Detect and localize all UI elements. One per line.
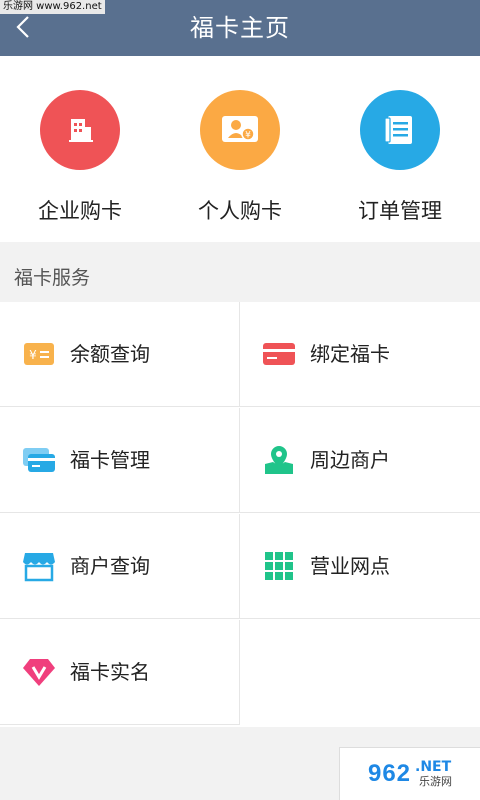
nearby-merchants-item[interactable]: 周边商户	[240, 408, 480, 513]
card-management-item[interactable]: 福卡管理	[0, 408, 240, 513]
watermark-bottom-logo: 962 .NET 乐游网	[339, 747, 480, 800]
quick-action-label: 订单管理	[358, 199, 442, 223]
svg-text:¥: ¥	[29, 348, 37, 362]
enterprise-card-icon	[40, 90, 120, 170]
personal-card-icon: ¥	[200, 90, 280, 170]
service-label: 福卡实名	[70, 660, 150, 684]
service-label: 绑定福卡	[310, 342, 390, 366]
service-label: 余额查询	[70, 342, 150, 366]
service-label: 营业网点	[310, 554, 390, 578]
card-manage-icon	[22, 443, 56, 477]
business-outlets-item[interactable]: 营业网点	[240, 514, 480, 619]
order-management-button[interactable]: 订单管理	[320, 56, 480, 242]
watermark-top: 乐游网 www.962.net	[0, 0, 105, 14]
balance-query-item[interactable]: ¥ 余额查询	[0, 302, 240, 407]
watermark-logo-text: 962	[367, 760, 412, 787]
order-list-icon	[360, 90, 440, 170]
bind-card-icon	[262, 337, 296, 371]
service-label: 商户查询	[70, 554, 150, 578]
bind-card-item[interactable]: 绑定福卡	[240, 302, 480, 407]
card-real-name-item[interactable]: 福卡实名	[0, 620, 240, 725]
watermark-logo-side: .NET 乐游网	[415, 759, 452, 789]
personal-buy-card-button[interactable]: ¥ 个人购卡	[160, 56, 320, 242]
nearby-map-icon	[262, 443, 296, 477]
quick-action-label: 个人购卡	[198, 199, 282, 223]
svg-text:¥: ¥	[245, 131, 251, 141]
empty-grid-cell	[240, 620, 480, 725]
grid-outlets-icon	[262, 549, 296, 583]
quick-action-label: 企业购卡	[38, 199, 122, 223]
watermark-cn-text: 乐游网	[419, 775, 453, 788]
diamond-v-icon	[22, 655, 56, 689]
watermark-net-text: .NET	[415, 759, 452, 775]
merchant-query-item[interactable]: 商户查询	[0, 514, 240, 619]
quick-actions-panel: 企业购卡 ¥ 个人购卡 订单管理	[0, 56, 480, 242]
enterprise-buy-card-button[interactable]: 企业购卡	[0, 56, 160, 242]
service-label: 福卡管理	[70, 448, 150, 472]
store-icon	[22, 549, 56, 583]
service-label: 周边商户	[310, 448, 390, 472]
services-grid: ¥ 余额查询 绑定福卡 福卡管理 周边商户 商户查询 营业网点 福卡实名	[0, 302, 480, 727]
services-section-title: 福卡服务	[14, 267, 91, 289]
balance-icon: ¥	[22, 337, 56, 371]
